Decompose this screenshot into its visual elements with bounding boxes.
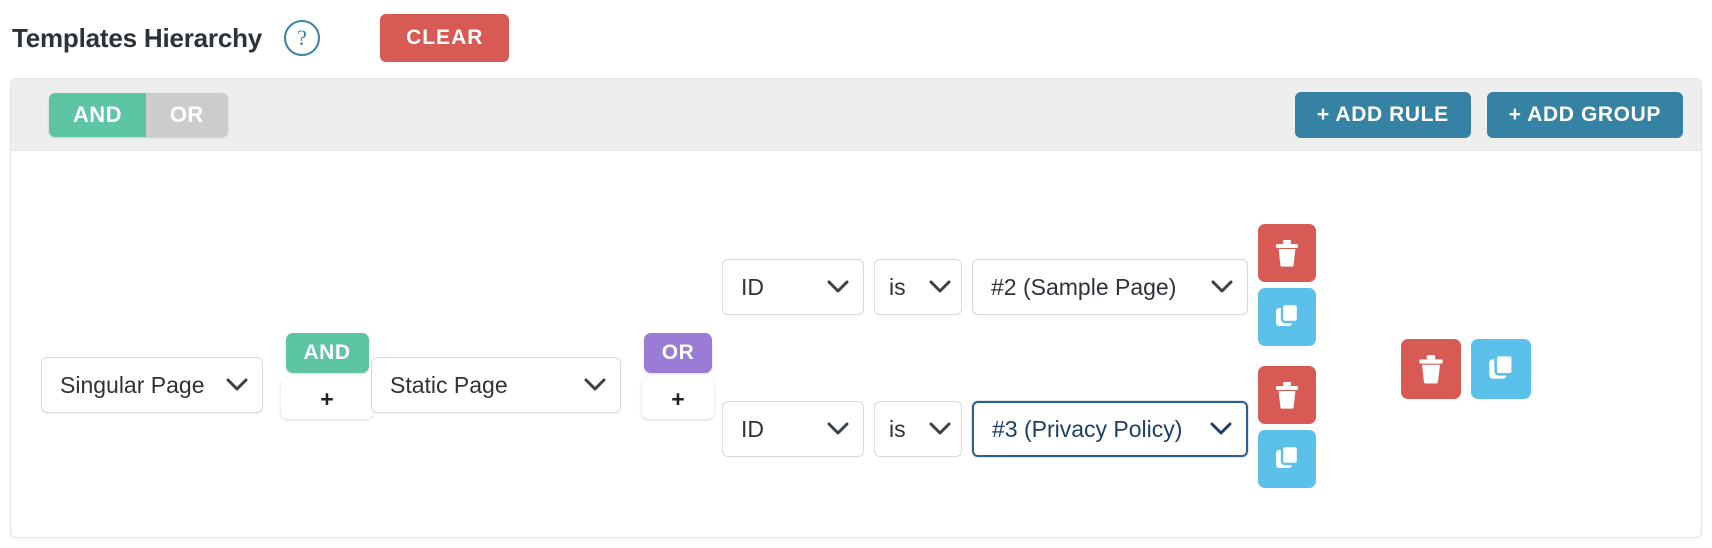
- trash-icon[interactable]: [1401, 339, 1461, 399]
- group-body: Singular Page AND + Static Page OR + ID: [11, 151, 1701, 537]
- chevron-down-icon: [827, 280, 849, 294]
- connector-and-add-button[interactable]: +: [281, 379, 373, 419]
- add-group-button[interactable]: + ADD GROUP: [1486, 91, 1683, 138]
- connector-and: AND +: [281, 333, 373, 419]
- condition-select-static-page-value: Static Page: [390, 371, 508, 398]
- connector-or-add-button[interactable]: +: [642, 379, 714, 419]
- question-mark-circle-icon[interactable]: ?: [284, 20, 321, 56]
- add-rule-button[interactable]: + ADD RULE: [1294, 91, 1471, 138]
- rule-row: ID is #3 (Privacy Policy): [722, 366, 1316, 488]
- conjunction-toggle[interactable]: AND OR: [49, 92, 228, 137]
- query-builder-panel: AND OR + ADD RULE + ADD GROUP Singular P…: [10, 78, 1702, 538]
- chevron-down-icon: [929, 422, 951, 436]
- chevron-down-icon: [827, 422, 849, 436]
- connector-or-badge[interactable]: OR: [643, 333, 713, 373]
- rule-row: ID is #2 (Sample Page): [722, 224, 1316, 346]
- copy-icon[interactable]: [1258, 288, 1316, 346]
- rule-operator-select[interactable]: is: [874, 401, 962, 457]
- trash-icon[interactable]: [1258, 366, 1316, 424]
- rule-value-select[interactable]: #3 (Privacy Policy): [972, 401, 1248, 457]
- trash-icon[interactable]: [1258, 224, 1316, 282]
- connector-or: OR +: [642, 333, 714, 419]
- rule-field-value: ID: [741, 415, 764, 442]
- rule-operator-value: is: [889, 273, 906, 300]
- group-header-toolbar: AND OR + ADD RULE + ADD GROUP: [11, 79, 1701, 151]
- copy-icon[interactable]: [1471, 339, 1531, 399]
- rule-actions: [1258, 366, 1316, 488]
- rule-field-value: ID: [741, 273, 764, 300]
- rule-value-text: #3 (Privacy Policy): [992, 415, 1183, 442]
- chevron-down-icon: [1211, 280, 1233, 294]
- conjunction-and-button[interactable]: AND: [49, 92, 146, 137]
- rule-field-select[interactable]: ID: [722, 401, 864, 457]
- conjunction-or-button[interactable]: OR: [145, 92, 228, 137]
- rule-value-text: #2 (Sample Page): [991, 273, 1177, 300]
- copy-icon[interactable]: [1258, 430, 1316, 488]
- chevron-down-icon: [584, 378, 606, 392]
- page-title: Templates Hierarchy: [12, 22, 263, 53]
- chevron-down-icon: [1210, 422, 1232, 436]
- group-actions: [1401, 339, 1531, 399]
- chevron-down-icon: [226, 378, 248, 392]
- chevron-down-icon: [929, 280, 951, 294]
- connector-and-badge[interactable]: AND: [285, 333, 369, 373]
- rule-value-select[interactable]: #2 (Sample Page): [972, 259, 1248, 315]
- clear-button[interactable]: CLEAR: [380, 14, 510, 62]
- condition-select-singular-page-value: Singular Page: [60, 371, 205, 398]
- rule-field-select[interactable]: ID: [722, 259, 864, 315]
- rule-operator-value: is: [889, 415, 906, 442]
- page-header: Templates Hierarchy ? CLEAR: [0, 0, 1712, 76]
- condition-select-singular-page[interactable]: Singular Page: [41, 357, 263, 413]
- rule-actions: [1258, 224, 1316, 346]
- rule-operator-select[interactable]: is: [874, 259, 962, 315]
- condition-select-static-page[interactable]: Static Page: [371, 357, 621, 413]
